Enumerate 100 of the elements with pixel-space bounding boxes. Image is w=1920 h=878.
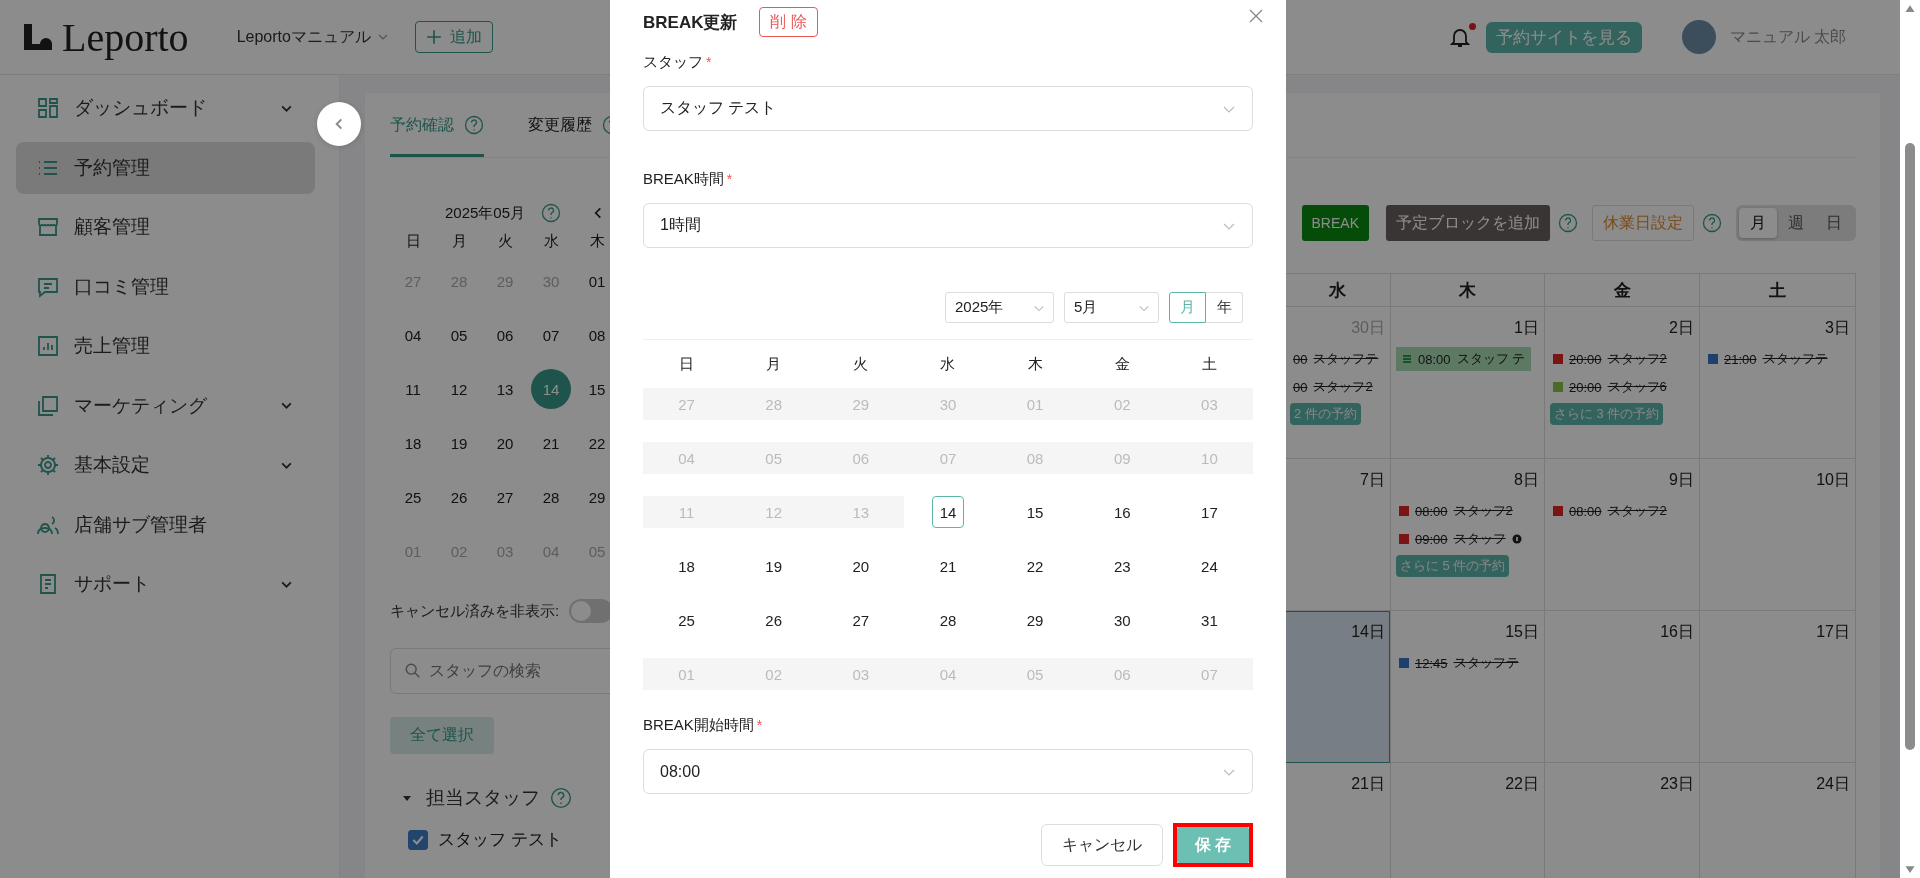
event-time: 21:00 bbox=[1724, 351, 1757, 367]
sidebar-item[interactable]: 店舗サブ管理者 bbox=[16, 498, 315, 551]
mode-button[interactable]: 年 bbox=[1206, 292, 1243, 323]
store-select[interactable]: Leportoマニュアル bbox=[236, 26, 389, 48]
sidebar-item[interactable]: 口コミ管理 bbox=[16, 260, 315, 313]
booking-event[interactable]: 12:45 スタッフテ bbox=[1396, 651, 1522, 675]
view-tab[interactable]: 月 bbox=[1739, 208, 1777, 238]
calendar-day[interactable]: 21 bbox=[531, 423, 571, 463]
booking-event[interactable]: 09:00 スタッフ bbox=[1396, 527, 1525, 551]
cancel-button[interactable]: キャンセル bbox=[1041, 824, 1163, 866]
calendar-day[interactable]: 27 bbox=[485, 477, 525, 517]
calendar-day[interactable]: 16 bbox=[1106, 496, 1139, 528]
booking-event[interactable]: 08:00 スタッフ2 bbox=[1550, 499, 1670, 523]
logo-text: Leporto bbox=[62, 13, 189, 61]
calendar-day[interactable]: 17 bbox=[1193, 496, 1226, 528]
sidebar-item[interactable]: 顧客管理 bbox=[16, 201, 315, 253]
day-cell[interactable]: 3日 21:00 スタッフテ bbox=[1699, 307, 1855, 459]
booking-event[interactable]: 08:00 スタッフ2 bbox=[1396, 499, 1516, 523]
calendar-day[interactable]: 11 bbox=[393, 369, 433, 409]
view-tab[interactable]: 日 bbox=[1815, 208, 1853, 238]
calendar-day[interactable]: 05 bbox=[439, 315, 479, 355]
calendar-day[interactable]: 22 bbox=[1019, 550, 1052, 582]
calendar-day[interactable]: 06 bbox=[485, 315, 525, 355]
sidebar-item[interactable]: 売上管理 bbox=[16, 320, 315, 372]
help-icon bbox=[550, 787, 572, 809]
calendar-day[interactable]: 25 bbox=[393, 477, 433, 517]
sidebar-item[interactable]: マーケティング bbox=[16, 379, 315, 432]
day-number: 22日 bbox=[1505, 773, 1539, 794]
sidebar-item[interactable]: サポート bbox=[16, 558, 315, 610]
checkbox[interactable] bbox=[408, 829, 428, 850]
weekday-label: 日 bbox=[404, 231, 422, 251]
calendar-day[interactable]: 27 bbox=[844, 604, 877, 636]
sidebar-item[interactable]: ダッシュボード bbox=[16, 82, 315, 134]
calendar-day[interactable]: 30 bbox=[1106, 604, 1139, 636]
booking-event[interactable]: 00 スタッフ2 bbox=[1290, 375, 1376, 399]
sidebar-item[interactable]: 予約管理 bbox=[16, 141, 315, 194]
calendar-day[interactable]: 07 bbox=[531, 315, 571, 355]
calendar-day[interactable]: 18 bbox=[393, 423, 433, 463]
day-cell[interactable]: 22日 bbox=[1390, 763, 1544, 878]
day-cell[interactable]: 24日 bbox=[1699, 763, 1855, 878]
calendar-day[interactable]: 13 bbox=[485, 369, 525, 409]
collapse-button[interactable] bbox=[317, 102, 361, 146]
day-cell[interactable]: 1日 08:00 スタッフ テ bbox=[1390, 307, 1544, 459]
day-cell[interactable]: 16日 bbox=[1544, 611, 1699, 763]
add-block-button[interactable]: 予定ブロックを追加 bbox=[1386, 205, 1550, 241]
calendar-day[interactable]: 12 bbox=[439, 369, 479, 409]
select-field[interactable]: 08:00 bbox=[643, 749, 1253, 794]
caret-icon[interactable] bbox=[402, 793, 412, 803]
view-tab[interactable]: 週 bbox=[1777, 208, 1815, 238]
calendar-day[interactable]: 26 bbox=[757, 604, 790, 636]
scroll-down-icon[interactable] bbox=[1904, 865, 1916, 874]
select-field[interactable]: 1時間 bbox=[643, 203, 1253, 248]
required-mark: * bbox=[756, 717, 763, 733]
day-cell[interactable]: 17日 bbox=[1699, 611, 1855, 763]
calendar-day[interactable]: 25 bbox=[670, 604, 703, 636]
calendar-day[interactable]: 20 bbox=[844, 550, 877, 582]
day-number: 10日 bbox=[1816, 469, 1850, 490]
stripes-icon bbox=[1402, 354, 1412, 364]
calendar-day[interactable]: 15 bbox=[1019, 496, 1052, 528]
weekday-label: 月 bbox=[765, 353, 783, 374]
booking-event[interactable]: 00 スタッフテ bbox=[1290, 347, 1382, 371]
day-cell[interactable]: 2日 20:00 スタッフ2 20:00 スタッフ6 さらに 3 件の予約 bbox=[1544, 307, 1699, 459]
day-number: 16日 bbox=[1660, 621, 1694, 642]
booking-event[interactable]: 20:00 スタッフ6 bbox=[1550, 375, 1670, 399]
calendar-day[interactable]: 14 bbox=[932, 496, 964, 528]
avatar[interactable] bbox=[1681, 20, 1716, 54]
booking-event[interactable]: 21:00 スタッフテ bbox=[1705, 347, 1831, 371]
day-cell[interactable]: 14日 bbox=[1285, 611, 1390, 763]
scroll-up-icon[interactable] bbox=[1904, 4, 1916, 13]
calendar-day[interactable]: 04 bbox=[393, 315, 433, 355]
event-time: 09:00 bbox=[1415, 531, 1448, 547]
booking-event[interactable]: 20:00 スタッフ2 bbox=[1550, 347, 1670, 371]
calendar-day[interactable]: 29 bbox=[1019, 604, 1052, 636]
calendar-day[interactable]: 28 bbox=[932, 604, 964, 636]
day-cell[interactable]: 8日 08:00 スタッフ2 09:00 スタッフ さらに 5 件の予約 bbox=[1390, 459, 1544, 611]
field-label: スタッフ bbox=[643, 52, 703, 72]
sidebar-item[interactable]: 基本設定 bbox=[16, 439, 315, 491]
delete-button[interactable]: 削 除 bbox=[759, 7, 818, 37]
select-field[interactable]: スタッフ テスト bbox=[643, 86, 1253, 131]
help-icon bbox=[1702, 213, 1722, 233]
calendar-day[interactable]: 23 bbox=[1106, 550, 1139, 582]
close-icon[interactable] bbox=[1248, 8, 1264, 24]
day-cell[interactable]: 15日 12:45 スタッフテ bbox=[1390, 611, 1544, 763]
calendar-day[interactable]: 19 bbox=[439, 423, 479, 463]
day-cell[interactable]: 9日 08:00 スタッフ2 bbox=[1544, 459, 1699, 611]
day-cell[interactable]: 23日 bbox=[1544, 763, 1699, 878]
break-event[interactable]: 08:00 スタッフ テ bbox=[1396, 347, 1532, 371]
year-select[interactable]: 2025年 bbox=[945, 292, 1054, 323]
calendar-day[interactable]: 28 bbox=[531, 477, 571, 517]
event-staff: スタッフ テ bbox=[1456, 350, 1526, 368]
calendar-day[interactable]: 24 bbox=[1193, 550, 1226, 582]
break-button[interactable]: BREAK bbox=[1301, 205, 1369, 241]
calendar-day[interactable]: 26 bbox=[439, 477, 479, 517]
calendar-day[interactable]: 18 bbox=[670, 550, 703, 582]
calendar-day[interactable]: 31 bbox=[1193, 604, 1226, 636]
day-cell[interactable]: 10日 bbox=[1699, 459, 1855, 611]
calendar-day[interactable]: 20 bbox=[485, 423, 525, 463]
calendar-day[interactable]: 21 bbox=[932, 550, 964, 582]
calendar-day[interactable]: 19 bbox=[757, 550, 790, 582]
month-select[interactable]: 5月 bbox=[1064, 292, 1159, 323]
